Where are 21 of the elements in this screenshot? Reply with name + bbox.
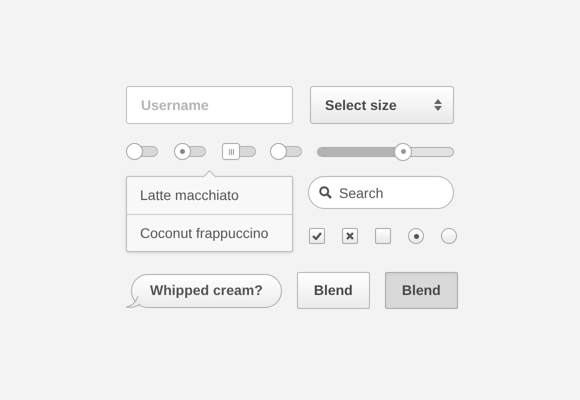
toggle-switch[interactable]	[222, 143, 256, 160]
search-field[interactable]: Search	[308, 176, 454, 209]
checkmark-icon	[312, 232, 322, 240]
toggle-switch[interactable]	[126, 143, 160, 160]
radio-button[interactable]	[441, 228, 457, 244]
menu-item[interactable]: Coconut frappuccino	[127, 214, 292, 251]
blend-button[interactable]: Blend	[384, 272, 458, 309]
username-field[interactable]: Username	[126, 86, 293, 124]
radio-button[interactable]	[408, 228, 424, 244]
size-select[interactable]: Select size	[310, 86, 454, 124]
cross-icon	[346, 232, 354, 240]
toggle-switch[interactable]	[270, 143, 304, 160]
menu-item[interactable]: Latte macchiato	[127, 177, 292, 214]
checkbox[interactable]	[342, 228, 358, 244]
bubble-text: Whipped cream?	[150, 281, 263, 300]
checkbox[interactable]	[375, 228, 391, 244]
toggle-switch[interactable]	[174, 143, 208, 160]
search-icon	[319, 186, 332, 199]
sort-arrows-icon	[434, 99, 442, 111]
checkbox[interactable]	[309, 228, 325, 244]
blend-button[interactable]: Blend	[296, 272, 370, 309]
